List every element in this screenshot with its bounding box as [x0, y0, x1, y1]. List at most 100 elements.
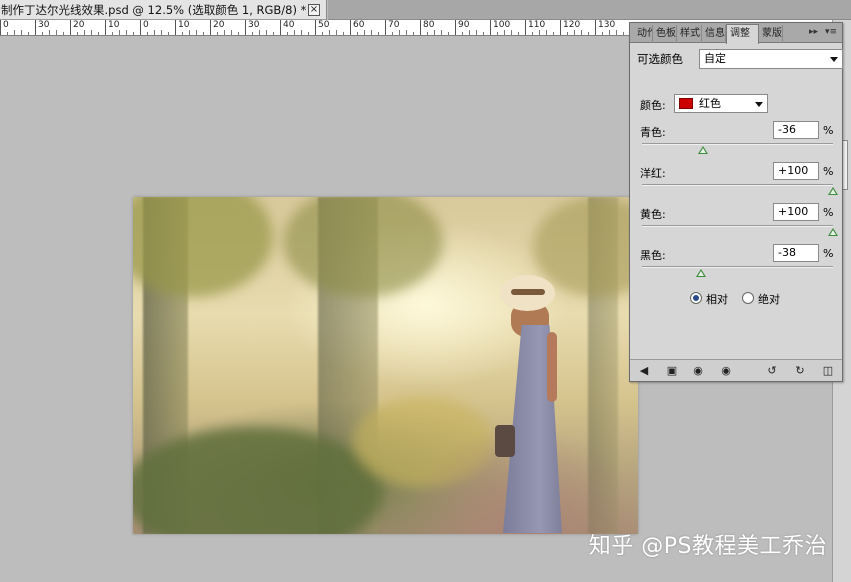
slider-magenta: 洋红: +100 %: [640, 162, 838, 198]
panel-tab-bar: 动作 色板 样式 信息 调整 蒙版 ▸▸ ▾≡: [630, 23, 842, 44]
slider-value-input[interactable]: +100: [773, 162, 819, 180]
slider-label: 黑色:: [640, 249, 666, 262]
ruler-tick: [343, 32, 344, 35]
visibility-eye-icon[interactable]: ◉: [718, 363, 734, 379]
ruler-tick: [406, 30, 407, 35]
ruler-label: 0: [3, 20, 9, 30]
tab-masks[interactable]: 蒙版: [759, 25, 783, 43]
slider-track[interactable]: [642, 143, 833, 145]
ruler-tick: [483, 32, 484, 35]
radio-relative[interactable]: [690, 292, 702, 304]
ruler-tick: [441, 30, 442, 35]
ruler-tick: [28, 32, 29, 35]
adjustments-panel: 动作 色板 样式 信息 调整 蒙版 ▸▸ ▾≡ 可选颜色 自定 颜色: 红色 青…: [629, 22, 843, 382]
back-arrow-icon[interactable]: ◀: [636, 363, 652, 379]
ruler-tick: [581, 30, 582, 35]
ruler-mark: 30: [245, 20, 259, 35]
close-icon[interactable]: ×: [308, 4, 320, 16]
preset-dropdown[interactable]: 自定: [699, 49, 843, 69]
slider-value-input[interactable]: +100: [773, 203, 819, 221]
slider-thumb[interactable]: [698, 146, 709, 154]
panel-menu-icon[interactable]: ▾≡: [823, 26, 839, 39]
radio-absolute[interactable]: [742, 292, 754, 304]
slider-thumb[interactable]: [696, 269, 707, 277]
slider-thumb[interactable]: [828, 228, 838, 236]
watermark: 知乎 @PS教程美工乔治: [588, 534, 827, 559]
ruler-tick: [56, 30, 57, 35]
ruler-tick: [511, 30, 512, 35]
ruler-mark: 40: [280, 20, 294, 35]
slider-value-input[interactable]: -36: [773, 121, 819, 139]
color-dropdown[interactable]: 红色: [674, 94, 768, 113]
ruler-mark: 0: [0, 20, 9, 35]
ruler-tick: [182, 32, 183, 35]
ruler-tick: [399, 30, 400, 35]
ruler-tick: [476, 30, 477, 35]
preset-label: 可选颜色: [637, 52, 683, 66]
slider-thumb[interactable]: [828, 187, 838, 195]
ruler-tick: [91, 30, 92, 35]
ruler-label: 0: [143, 20, 149, 30]
ruler-tick: [371, 30, 372, 35]
ruler-tick: [448, 32, 449, 35]
ruler-label: 130: [598, 20, 616, 30]
slider-label: 洋红:: [640, 167, 666, 180]
ruler-tick: [567, 32, 568, 35]
tab-adjustments[interactable]: 调整: [726, 24, 759, 44]
ruler-tick: [574, 30, 575, 35]
ruler-tick: [504, 30, 505, 35]
clip-layer-icon[interactable]: ◉: [690, 363, 706, 379]
ruler-tick: [21, 30, 22, 35]
tab-swatches[interactable]: 色板: [653, 25, 677, 43]
color-value: 红色: [699, 97, 721, 110]
view-previous-state-icon[interactable]: ↺: [764, 363, 780, 379]
ruler-tick: [616, 30, 617, 35]
ruler-tick: [532, 32, 533, 35]
ruler-tick: [623, 32, 624, 35]
ruler-tick: [63, 32, 64, 35]
ruler-tick: [336, 30, 337, 35]
trash-icon[interactable]: ◫: [820, 363, 836, 379]
ruler-label: 80: [423, 20, 435, 30]
reset-icon[interactable]: ↻: [792, 363, 808, 379]
ruler-label: 90: [458, 20, 470, 30]
ruler-label: 50: [318, 20, 330, 30]
ruler-mark: 30: [35, 20, 49, 35]
tab-actions[interactable]: 动作: [634, 25, 653, 43]
foliage: [133, 197, 273, 297]
ruler-mark: 10: [175, 20, 189, 35]
figure-bag: [495, 425, 515, 457]
document-tab[interactable]: 制作丁达尔光线效果.psd @ 12.5% (选取颜色 1, RGB/8) * …: [0, 0, 327, 20]
ruler-tick: [14, 30, 15, 35]
ruler-label: 20: [213, 20, 225, 30]
ruler-label: 100: [493, 20, 511, 30]
ruler-tick: [553, 32, 554, 35]
tab-styles[interactable]: 样式: [677, 25, 702, 43]
ruler-tick: [539, 30, 540, 35]
color-row: 颜色: 红色: [640, 94, 840, 114]
ruler-mark: 20: [70, 20, 84, 35]
slider-track[interactable]: [642, 225, 833, 227]
color-swatch: [679, 98, 693, 109]
tab-strip-background: [328, 0, 851, 20]
percent-unit: %: [823, 165, 834, 178]
preset-row: 可选颜色 自定: [636, 49, 843, 69]
ruler-tick: [42, 32, 43, 35]
ruler-mark: 80: [420, 20, 434, 35]
ruler-tick: [518, 32, 519, 35]
radio-relative-label: 相对: [706, 293, 728, 306]
tab-info[interactable]: 信息: [702, 25, 726, 43]
expand-view-icon[interactable]: ▣: [664, 363, 680, 379]
chevron-down-icon: [755, 102, 763, 107]
document-image[interactable]: [133, 197, 638, 534]
ruler-mark: 20: [210, 20, 224, 35]
slider-track[interactable]: [642, 184, 833, 186]
foliage: [283, 197, 443, 297]
slider-value-input[interactable]: -38: [773, 244, 819, 262]
ruler-label: 120: [563, 20, 581, 30]
panel-collapse-icon[interactable]: ▸▸: [809, 27, 818, 37]
color-label: 颜色:: [640, 99, 666, 112]
slider-track[interactable]: [642, 266, 833, 268]
ruler-tick: [49, 30, 50, 35]
ruler-label: 10: [108, 20, 120, 30]
